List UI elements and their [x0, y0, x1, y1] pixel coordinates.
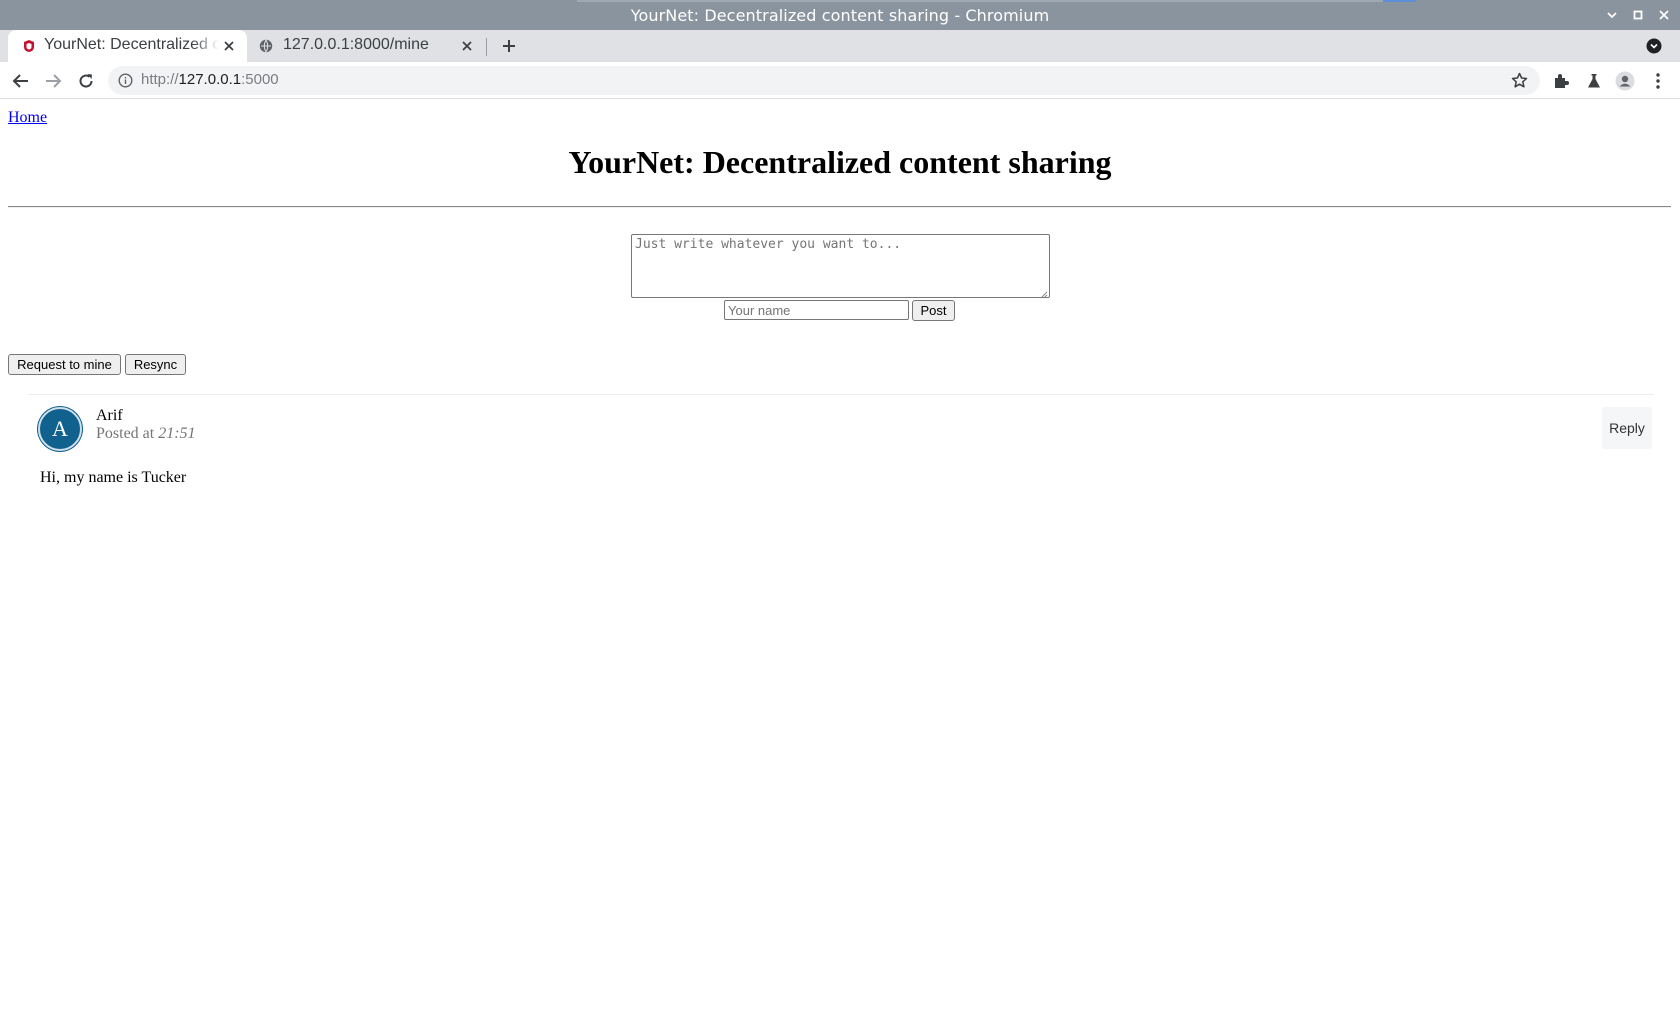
- post-time: 21:51: [158, 425, 196, 442]
- url-port: :5000: [241, 71, 279, 88]
- yournet-favicon: [22, 39, 36, 53]
- reload-icon[interactable]: [75, 70, 97, 92]
- post-author: Arif: [96, 407, 123, 424]
- reply-button[interactable]: Reply: [1602, 407, 1652, 449]
- url-text: http://127.0.0.1:5000: [141, 71, 279, 88]
- forward-icon[interactable]: [42, 70, 64, 92]
- author-name-input[interactable]: [724, 300, 909, 320]
- tab-title: YourNet: Decentralized co: [44, 36, 219, 53]
- back-icon[interactable]: [10, 70, 32, 92]
- post-body: Hi, my name is Tucker: [40, 469, 187, 486]
- post-card: A Arif Posted at 21:51 Reply Hi, my name…: [28, 394, 1654, 504]
- minimize-icon[interactable]: [1604, 7, 1620, 23]
- new-tab-icon[interactable]: [499, 36, 519, 56]
- tab-mine[interactable]: 127.0.0.1:8000/mine: [247, 30, 485, 62]
- avatar: A: [38, 407, 82, 451]
- posted-prefix: Posted at: [96, 425, 159, 442]
- tab-strip: YourNet: Decentralized co 127.0.0.1:8000…: [0, 30, 1680, 62]
- profile-avatar-icon[interactable]: [1615, 71, 1635, 91]
- close-window-icon[interactable]: [1656, 7, 1672, 23]
- bookmark-star-icon[interactable]: [1511, 72, 1528, 89]
- tab-search-icon[interactable]: [1646, 38, 1662, 54]
- window-title: YourNet: Decentralized content sharing -…: [630, 5, 1050, 25]
- page-title: YourNet: Decentralized content sharing: [568, 144, 1112, 180]
- titlebar-accent-blue: [1383, 0, 1416, 2]
- tab-close-icon[interactable]: [459, 38, 475, 54]
- tab-yournet[interactable]: YourNet: Decentralized co: [8, 30, 247, 62]
- browser-toolbar: http://127.0.0.1:5000: [0, 62, 1680, 99]
- tab-title: 127.0.0.1:8000/mine: [283, 36, 429, 53]
- post-content-textarea[interactable]: [631, 234, 1050, 298]
- home-link[interactable]: Home: [8, 109, 47, 127]
- url-scheme: http://: [141, 71, 179, 88]
- titlebar-accent: [577, 0, 1415, 2]
- request-to-mine-button[interactable]: Request to mine: [8, 354, 121, 375]
- resync-button[interactable]: Resync: [125, 354, 186, 375]
- post-timestamp: Posted at 21:51: [96, 425, 196, 443]
- window-controls: [1604, 0, 1672, 30]
- site-info-icon[interactable]: [118, 73, 133, 88]
- tab-close-icon[interactable]: [221, 38, 237, 54]
- address-bar[interactable]: http://127.0.0.1:5000: [108, 66, 1540, 95]
- page-content: Home YourNet: Decentralized content shar…: [0, 100, 1680, 1015]
- tab-separator: [486, 38, 487, 56]
- labs-flask-icon[interactable]: [1584, 71, 1604, 91]
- window-titlebar: YourNet: Decentralized content sharing -…: [0, 0, 1680, 30]
- extensions-icon[interactable]: [1551, 71, 1571, 91]
- post-button[interactable]: Post: [912, 300, 955, 321]
- divider: [8, 206, 1671, 208]
- url-host: 127.0.0.1: [178, 71, 242, 88]
- menu-kebab-icon[interactable]: [1648, 71, 1668, 91]
- resize-grip-icon[interactable]: [1038, 286, 1048, 299]
- maximize-icon[interactable]: [1630, 7, 1646, 23]
- globe-icon: [259, 39, 273, 53]
